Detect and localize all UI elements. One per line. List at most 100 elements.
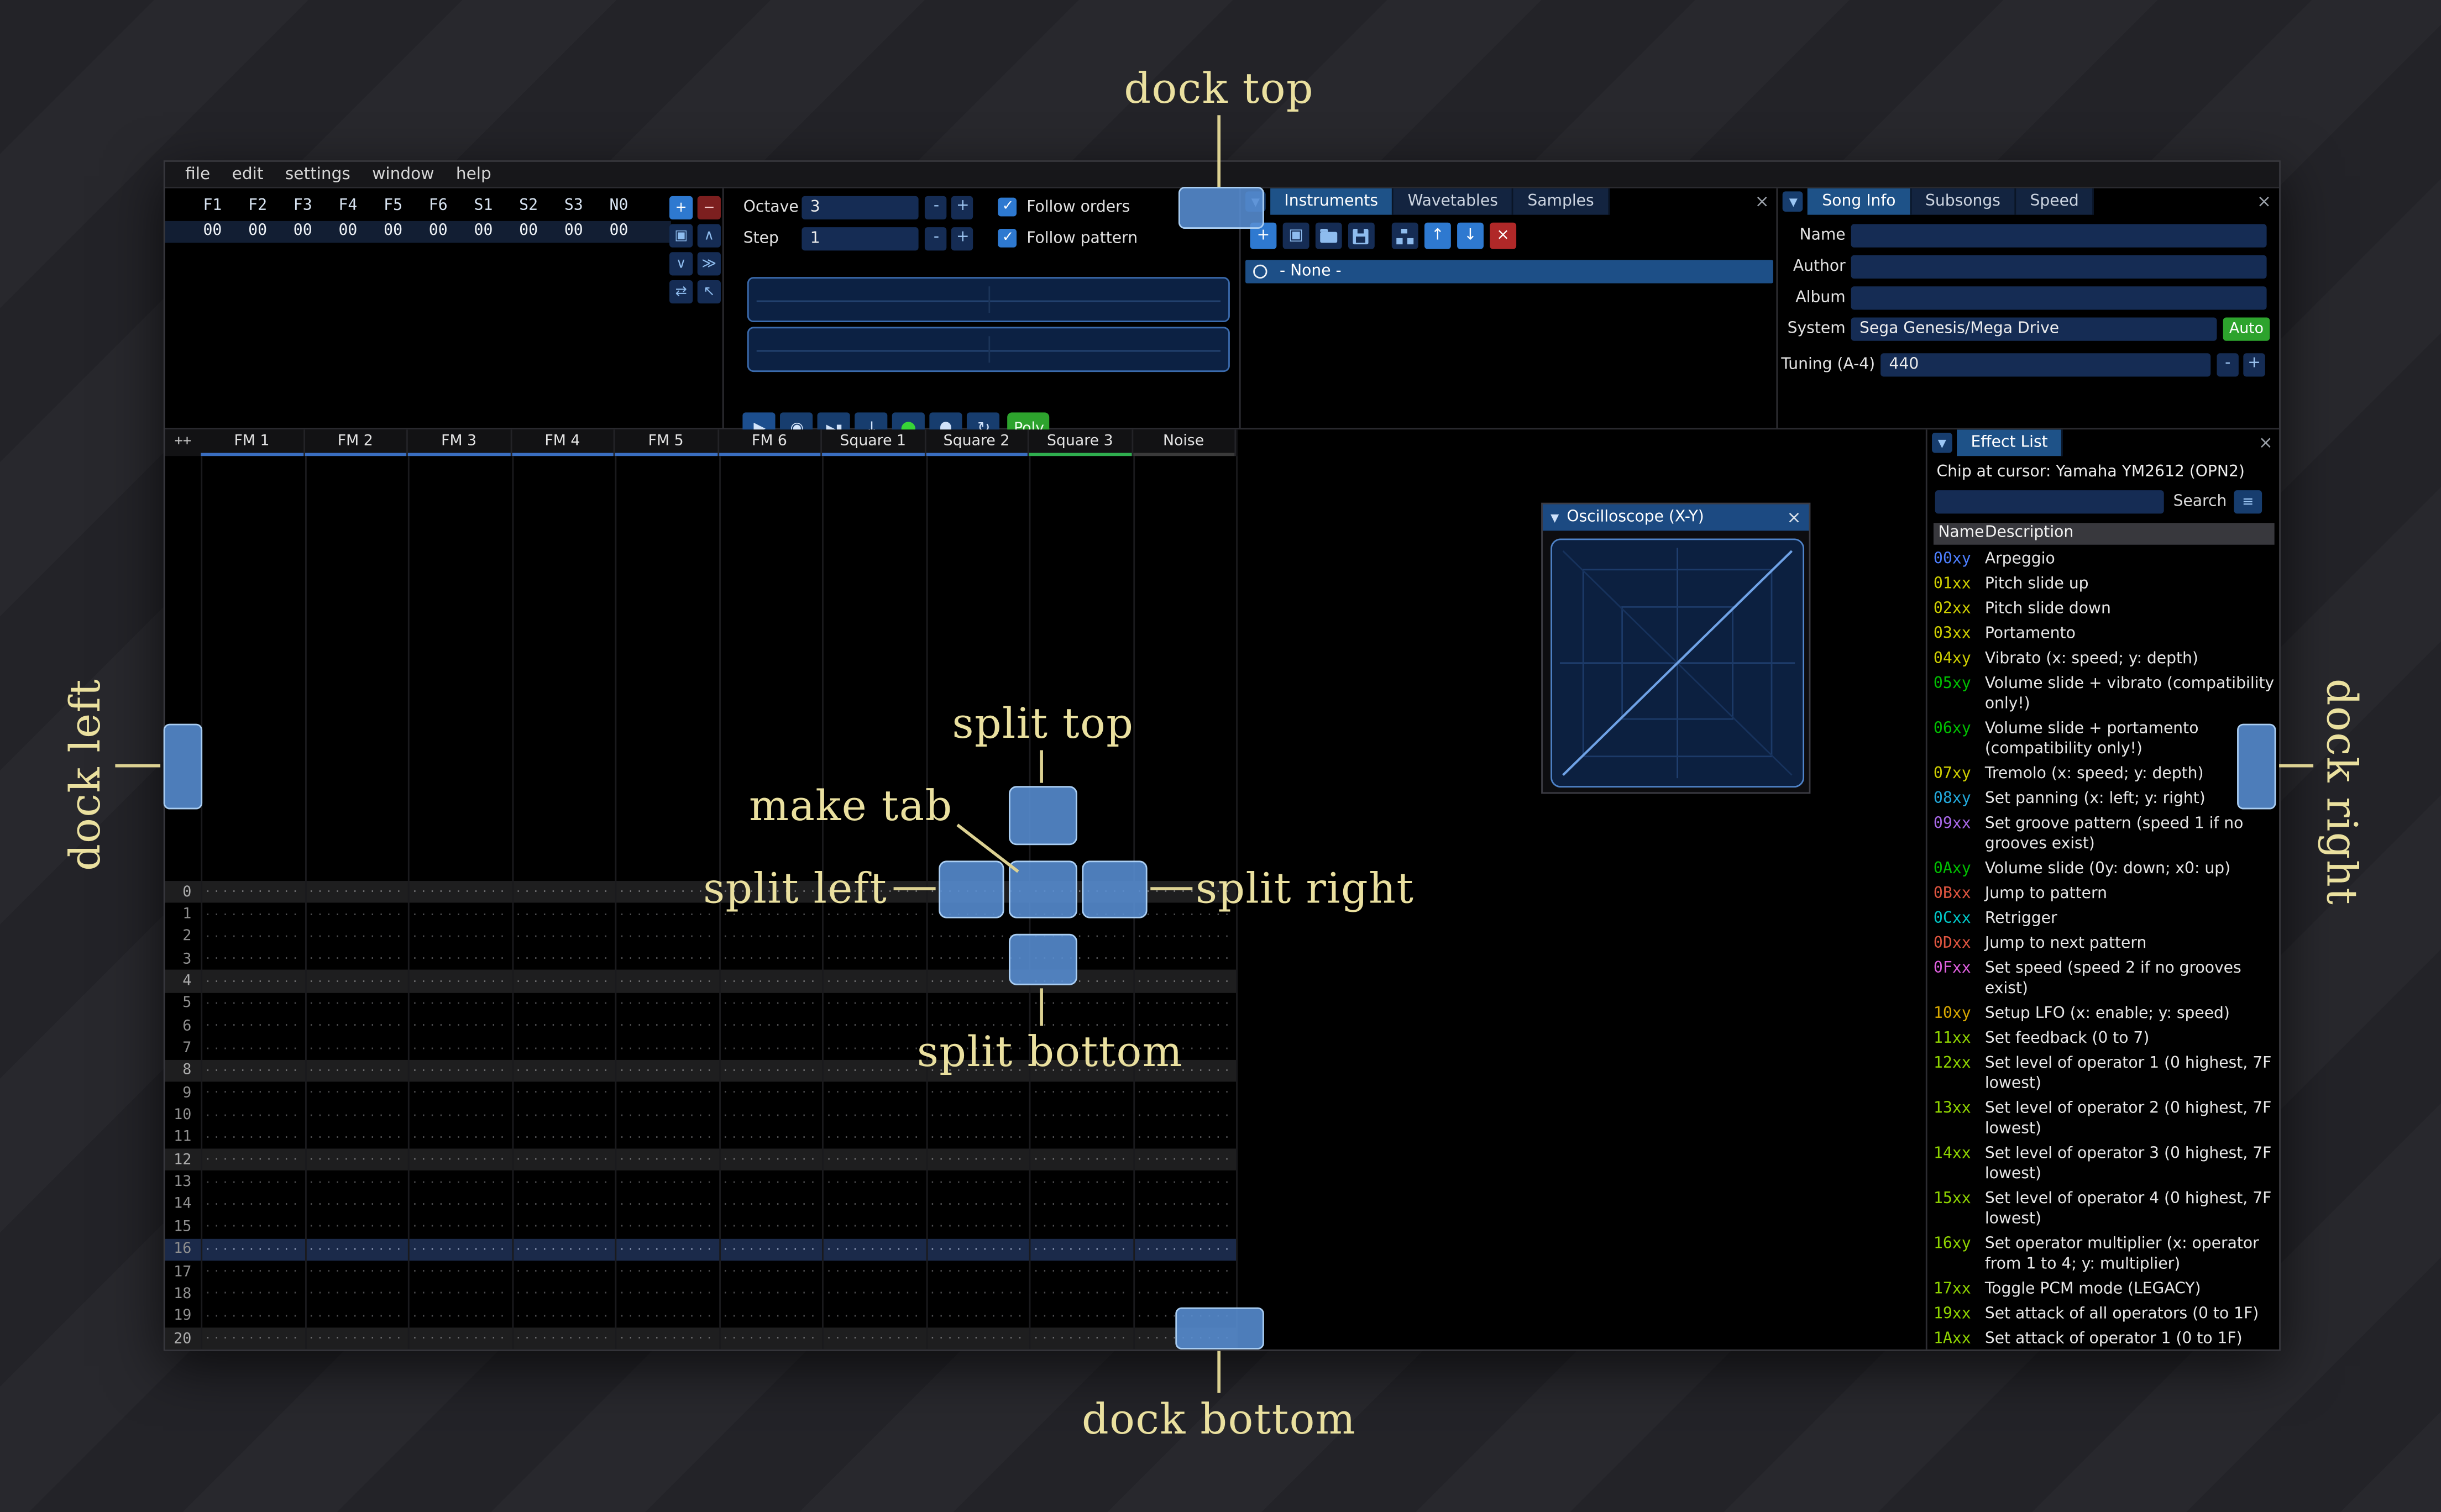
pattern-cell[interactable]: ··········· <box>615 1332 718 1345</box>
pattern-cell[interactable]: ··········· <box>305 1176 408 1189</box>
pattern-cell[interactable]: ··········· <box>511 1221 615 1233</box>
pattern-cell[interactable]: ··········· <box>201 998 304 1010</box>
pattern-cell[interactable]: ··········· <box>408 1243 511 1256</box>
pattern-cell[interactable]: ··········· <box>615 1243 718 1256</box>
pattern-cell[interactable]: ··········· <box>511 1243 615 1256</box>
move-order-up-button[interactable]: ∧ <box>697 224 721 248</box>
close-icon[interactable]: × <box>1787 507 1801 528</box>
pattern-cell[interactable]: ··········· <box>615 1288 718 1300</box>
pattern-cell[interactable]: ··········· <box>615 1221 718 1233</box>
pattern-cell[interactable]: ··········· <box>822 1221 925 1233</box>
move-instrument-down-button[interactable]: ↓ <box>1457 222 1484 249</box>
pattern-cell[interactable]: ··········· <box>408 1154 511 1167</box>
channel-header-fm-4[interactable]: FM 4 <box>511 429 615 456</box>
pattern-cell[interactable]: ··········· <box>822 1020 925 1032</box>
orders-selected-row[interactable]: 00 00 00 00 00 00 00 00 00 00 <box>165 221 671 243</box>
step-input[interactable]: 1 <box>802 227 919 251</box>
pattern-cell[interactable]: ··········· <box>822 1266 925 1278</box>
effect-list-menu-button[interactable]: ≡ <box>2234 490 2262 514</box>
pattern-cell[interactable]: ··········· <box>615 1199 718 1211</box>
pattern-cell[interactable]: ··········· <box>615 1176 718 1189</box>
pattern-cell[interactable]: ··········· <box>511 931 615 943</box>
pattern-cell[interactable]: ··········· <box>925 1243 1029 1256</box>
instrument-list-item-none[interactable]: - None - <box>1245 260 1773 284</box>
pattern-cell[interactable]: ··········· <box>305 908 408 921</box>
pattern-cell[interactable]: ··········· <box>822 1243 925 1256</box>
pattern-cell[interactable]: ··········· <box>925 1266 1029 1278</box>
pattern-cell[interactable]: ··········· <box>925 1199 1029 1211</box>
pattern-cell[interactable]: ··········· <box>615 953 718 965</box>
pattern-cell[interactable]: ··········· <box>511 1176 615 1189</box>
pattern-cell[interactable]: ··········· <box>201 1243 304 1256</box>
pattern-cell[interactable]: ··········· <box>719 1332 822 1345</box>
channel-header-square-2[interactable]: Square 2 <box>925 429 1029 456</box>
pattern-cell[interactable]: ··········· <box>511 1288 615 1300</box>
pattern-cell[interactable]: ··········· <box>1133 1199 1236 1211</box>
pattern-cell[interactable]: ··········· <box>925 1176 1029 1189</box>
pattern-cell[interactable]: ··········· <box>1029 1154 1133 1167</box>
order-value-F5[interactable]: 00 <box>370 221 416 243</box>
system-field[interactable]: Sega Genesis/Mega Drive <box>1851 317 2217 341</box>
pattern-cell[interactable]: ··········· <box>1133 1087 1236 1100</box>
pattern-cell[interactable]: ··········· <box>1133 975 1236 988</box>
order-edit-mode-button[interactable]: ↖ <box>697 280 721 304</box>
pattern-cell[interactable]: ··········· <box>511 975 615 988</box>
pattern-cell[interactable]: ··········· <box>1029 1243 1133 1256</box>
channel-header-noise[interactable]: Noise <box>1132 429 1237 456</box>
split-target-top[interactable] <box>1008 786 1077 846</box>
pattern-cell[interactable]: ··········· <box>408 1199 511 1211</box>
pattern-cell[interactable]: ··········· <box>1029 1288 1133 1300</box>
pattern-cell[interactable]: ··········· <box>408 998 511 1010</box>
follow-pattern-checkbox[interactable]: ✓ <box>998 229 1018 248</box>
tab-wavetables[interactable]: Wavetables <box>1394 188 1514 215</box>
pattern-cell[interactable]: ··········· <box>719 1176 822 1189</box>
order-value-F4[interactable]: 00 <box>326 221 371 243</box>
pattern-cell[interactable]: ··········· <box>408 1176 511 1189</box>
pattern-cell[interactable]: ··········· <box>615 975 718 988</box>
pattern-cell[interactable]: ··········· <box>1029 1332 1133 1345</box>
menu-edit[interactable]: edit <box>221 162 274 187</box>
pattern-cell[interactable]: ··········· <box>925 1332 1029 1345</box>
pattern-cell[interactable]: ··········· <box>1133 953 1236 965</box>
pattern-cell[interactable]: ··········· <box>822 1087 925 1100</box>
pattern-cell[interactable]: ··········· <box>511 953 615 965</box>
pattern-cell[interactable]: ··········· <box>615 1131 718 1144</box>
pattern-cell[interactable]: ··········· <box>408 931 511 943</box>
pattern-cell[interactable]: ··········· <box>719 1109 822 1122</box>
channel-header-fm-1[interactable]: FM 1 <box>201 429 305 456</box>
auto-system-button[interactable]: Auto <box>2223 317 2270 341</box>
pattern-cell[interactable]: ··········· <box>719 1154 822 1167</box>
order-value-S3[interactable]: 00 <box>551 221 596 243</box>
pattern-cell[interactable]: ··········· <box>305 1243 408 1256</box>
pattern-cell[interactable]: ··········· <box>305 1064 408 1077</box>
pattern-cell[interactable]: ··········· <box>1029 998 1133 1010</box>
duplicate-order-end-button[interactable]: ≫ <box>697 252 721 276</box>
pattern-cell[interactable]: ··········· <box>822 1288 925 1300</box>
pattern-cell[interactable]: ··········· <box>201 1131 304 1144</box>
pattern-cell[interactable]: ··········· <box>201 953 304 965</box>
author-field[interactable] <box>1851 255 2267 279</box>
move-instrument-up-button[interactable]: ↑ <box>1424 222 1451 249</box>
pattern-cell[interactable]: ··········· <box>1029 1131 1133 1144</box>
pattern-cell[interactable]: ··········· <box>305 1266 408 1278</box>
pattern-cell[interactable]: ··········· <box>719 1087 822 1100</box>
channel-header-square-1[interactable]: Square 1 <box>822 429 926 456</box>
move-order-down-button[interactable]: ∨ <box>669 252 693 276</box>
pattern-cell[interactable]: ··········· <box>305 1199 408 1211</box>
order-value-F3[interactable]: 00 <box>280 221 326 243</box>
pattern-cell[interactable]: ··········· <box>615 1154 718 1167</box>
pattern-cell[interactable]: ··········· <box>822 1109 925 1122</box>
pattern-cell[interactable]: ··········· <box>615 1020 718 1032</box>
open-instrument-button[interactable] <box>1315 222 1342 249</box>
pattern-cell[interactable]: ··········· <box>305 1020 408 1032</box>
menu-file[interactable]: file <box>174 162 221 187</box>
pattern-cell[interactable]: ··········· <box>925 998 1029 1010</box>
pattern-cell[interactable]: ··········· <box>201 1176 304 1189</box>
pattern-cell[interactable]: ··········· <box>1133 1109 1236 1122</box>
pattern-cell[interactable]: ··········· <box>1133 1288 1236 1300</box>
pattern-cell[interactable]: ··········· <box>719 1199 822 1211</box>
pattern-cell[interactable]: ··········· <box>719 1266 822 1278</box>
pattern-cell[interactable]: ··········· <box>1029 1266 1133 1278</box>
pattern-cell[interactable]: ··········· <box>822 1131 925 1144</box>
pattern-cell[interactable]: ··········· <box>719 953 822 965</box>
